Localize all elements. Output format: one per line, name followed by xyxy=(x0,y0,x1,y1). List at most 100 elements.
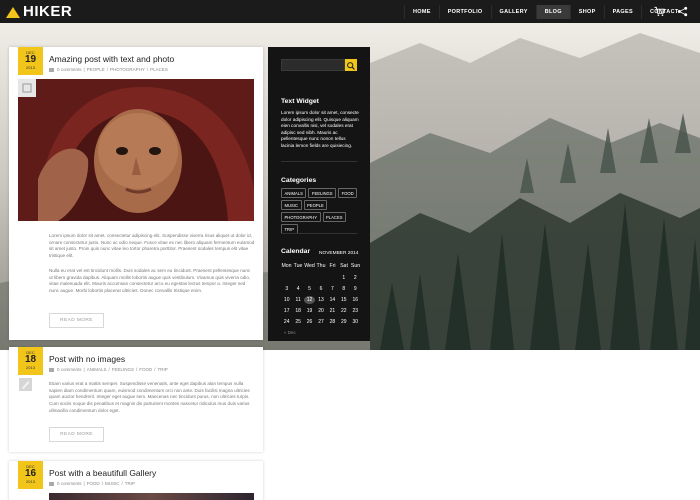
nav-home[interactable]: HOME xyxy=(404,4,439,19)
sidebar: Text Widget Lorem ipsum dolor sit amet, … xyxy=(268,47,370,341)
nav-blog[interactable]: BLOG xyxy=(535,4,570,19)
category-tag[interactable]: MUSIC xyxy=(281,200,302,210)
image-format-icon xyxy=(18,79,36,97)
weekday-label: Mon xyxy=(281,263,292,269)
date-day: 18 xyxy=(24,354,37,365)
calendar-day[interactable]: 18 xyxy=(292,307,303,315)
read-more-button[interactable]: READ MORE xyxy=(49,313,104,328)
nav-gallery[interactable]: GALLERY xyxy=(490,4,536,19)
calendar-day[interactable]: 29 xyxy=(338,318,349,326)
post-card: DEC 18 2013 Post with no images 0 commen… xyxy=(9,347,263,452)
category-tag[interactable]: PHOTOGRAPHY xyxy=(281,212,321,222)
date-badge: DEC 19 2013 xyxy=(18,47,43,75)
category-tag[interactable]: ANIMALS xyxy=(281,188,307,198)
text-widget-body: Lorem ipsum dolor sit amet, consecte dol… xyxy=(281,110,359,148)
calendar-day[interactable]: 8 xyxy=(338,285,349,293)
divider xyxy=(281,161,357,162)
category-tag[interactable]: PLACES xyxy=(322,212,347,222)
mountain-logo-icon xyxy=(6,7,20,18)
calendar-day[interactable]: 17 xyxy=(281,307,292,315)
calendar-day[interactable]: 26 xyxy=(304,318,315,326)
category-link[interactable]: FEELINGS xyxy=(112,367,134,372)
categories-title: Categories xyxy=(281,177,317,184)
calendar-day[interactable]: 15 xyxy=(338,296,349,304)
calendar-empty-cell xyxy=(327,274,338,282)
calendar-day[interactable]: 10 xyxy=(281,296,292,304)
weekday-label: Tue xyxy=(293,263,303,269)
calendar-day[interactable]: 23 xyxy=(350,307,361,315)
calendar-day[interactable]: 19 xyxy=(304,307,315,315)
calendar-empty-cell xyxy=(281,274,292,282)
calendar-day[interactable]: 20 xyxy=(315,307,326,315)
search-icon xyxy=(347,62,355,70)
calendar-prev-link[interactable]: « Dec xyxy=(284,330,296,335)
date-year: 2013 xyxy=(26,365,35,370)
category-link[interactable]: PEOPLE xyxy=(87,67,105,72)
date-day: 19 xyxy=(24,54,37,65)
calendar-empty-cell xyxy=(304,274,315,282)
calendar-day[interactable]: 9 xyxy=(350,285,361,293)
share-icon[interactable] xyxy=(677,6,688,17)
post-meta: 0 comments | FOOD / MUSIC / TRIP xyxy=(49,481,135,486)
cart-icon[interactable] xyxy=(654,6,665,17)
comment-count[interactable]: 0 comments xyxy=(57,367,82,372)
calendar-day[interactable]: 5 xyxy=(304,285,315,293)
category-link[interactable]: TRIP xyxy=(158,367,168,372)
nav-shop[interactable]: SHOP xyxy=(569,4,604,19)
calendar-day[interactable]: 11 xyxy=(292,296,303,304)
post-meta: 0 comments | ANIMALS / FEELINGS / FOOD / TRI… xyxy=(49,367,168,372)
weekday-label: Sat xyxy=(340,263,348,269)
post-title[interactable]: Amazing post with text and photo xyxy=(49,54,174,64)
post-title[interactable]: Post with a beautifull Gallery xyxy=(49,468,156,478)
calendar-day[interactable]: 25 xyxy=(292,318,303,326)
search-button[interactable] xyxy=(345,59,357,71)
calendar-month: NOVEMBER 2014 xyxy=(319,251,359,256)
search-input[interactable] xyxy=(281,59,345,71)
nav-portfolio[interactable]: PORTFOLIO xyxy=(438,4,491,19)
pen-icon xyxy=(18,377,33,392)
calendar-day[interactable]: 27 xyxy=(315,318,326,326)
category-link[interactable]: PHOTOGRAPHY xyxy=(110,67,145,72)
text-widget-title: Text Widget xyxy=(281,98,319,105)
category-tag[interactable]: PEOPLE xyxy=(303,200,328,210)
category-tag[interactable]: FEELINGS xyxy=(308,188,337,198)
post-title[interactable]: Post with no images xyxy=(49,354,125,364)
category-link[interactable]: TRIP xyxy=(125,481,135,486)
weekday-label: Thu xyxy=(316,263,326,269)
read-more-button[interactable]: READ MORE xyxy=(49,427,104,442)
calendar-day[interactable]: 22 xyxy=(338,307,349,315)
comment-count[interactable]: 0 comments xyxy=(57,67,82,72)
calendar-day[interactable]: 4 xyxy=(292,285,303,293)
post-excerpt: Nulla eu erat vel est tincidunt mollis. … xyxy=(49,268,251,294)
calendar-day[interactable]: 6 xyxy=(315,285,326,293)
site-logo[interactable]: HIKER xyxy=(6,3,72,20)
calendar-day[interactable]: 1 xyxy=(338,274,349,282)
calendar-day[interactable]: 3 xyxy=(281,285,292,293)
calendar-day[interactable]: 21 xyxy=(327,307,338,315)
nav-pages[interactable]: PAGES xyxy=(603,4,641,19)
calendar-day[interactable]: 28 xyxy=(327,318,338,326)
calendar-day[interactable]: 7 xyxy=(327,285,338,293)
date-year: 2013 xyxy=(26,479,35,484)
calendar-day[interactable]: 24 xyxy=(281,318,292,326)
calendar-day[interactable]: 12 xyxy=(303,296,316,304)
category-tag[interactable]: FOOD xyxy=(338,188,358,198)
calendar-day[interactable]: 13 xyxy=(315,296,326,304)
calendar-day[interactable]: 30 xyxy=(350,318,361,326)
calendar-day[interactable]: 14 xyxy=(327,296,338,304)
comment-icon xyxy=(49,67,54,72)
gallery-image-preview[interactable] xyxy=(49,493,254,500)
category-link[interactable]: ANIMALS xyxy=(87,367,107,372)
calendar-day[interactable]: 16 xyxy=(350,296,361,304)
category-link[interactable]: FOOD xyxy=(87,481,100,486)
calendar-weekdays: Mon Tue Wed Thu Fri Sat Sun xyxy=(281,263,361,269)
post-featured-image[interactable] xyxy=(18,79,254,221)
comment-count[interactable]: 0 comments xyxy=(57,481,82,486)
category-link[interactable]: FOOD xyxy=(139,367,152,372)
date-badge: DEC 16 2013 xyxy=(18,461,43,489)
post-card: DEC 19 2013 Amazing post with text and p… xyxy=(9,47,263,340)
calendar-day[interactable]: 2 xyxy=(350,274,361,282)
category-link[interactable]: MUSIC xyxy=(105,481,120,486)
weekday-label: Sun xyxy=(350,263,361,269)
category-link[interactable]: PLACES xyxy=(150,67,168,72)
